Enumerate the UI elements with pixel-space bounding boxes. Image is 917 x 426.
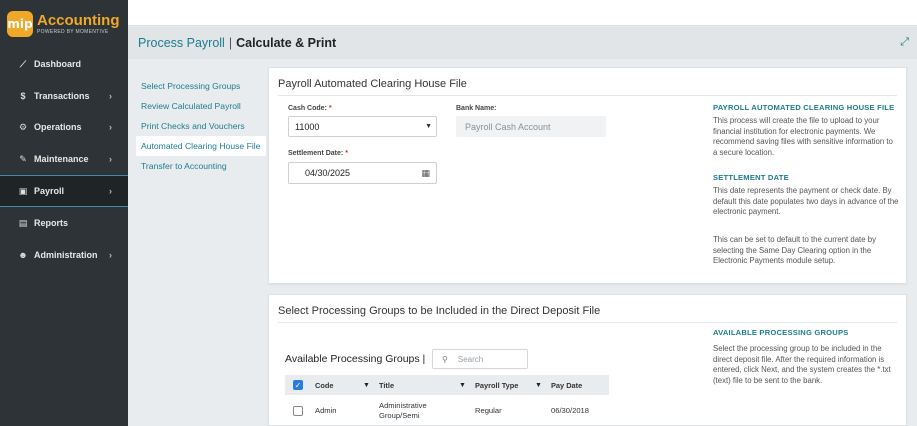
- chevron-right-icon: ›: [109, 250, 112, 260]
- step-link[interactable]: Print Checks and Vouchers: [136, 116, 266, 136]
- wrench-icon: ✎: [19, 153, 27, 164]
- chevron-right-icon: ›: [109, 122, 112, 132]
- chevron-right-icon: ›: [109, 91, 112, 101]
- app-subtitle: POWERED BY MOMENTIVE: [37, 28, 109, 35]
- cogs-icon: ⚙: [18, 121, 28, 132]
- caret-down-icon: ▼: [425, 123, 432, 130]
- divider: [278, 95, 897, 96]
- table-header: ✓ Code ▼ Title ▼ Payroll Type ▼ Pay Date: [285, 375, 609, 395]
- step-link[interactable]: Review Calculated Payroll: [136, 96, 266, 116]
- sidebar-item-label: Operations: [34, 122, 82, 132]
- row-payroll-type: Regular: [475, 406, 502, 415]
- col-title[interactable]: Title: [379, 381, 394, 390]
- app-title: Accounting: [37, 11, 120, 29]
- help-groups-title: AVAILABLE PROCESSING GROUPS: [713, 328, 849, 337]
- filter-icon[interactable]: ▼: [535, 382, 542, 389]
- processing-groups-panel: Select Processing Groups to be Included …: [268, 294, 907, 426]
- dollar-icon: $: [20, 91, 26, 101]
- help-ach-text: This process will create the file to upl…: [713, 116, 893, 157]
- page-title: Calculate & Print: [236, 36, 337, 50]
- sidebar-item-transactions[interactable]: $ Transactions ›: [0, 80, 128, 112]
- breadcrumb-separator: |: [228, 36, 233, 50]
- breadcrumb-process-payroll[interactable]: Process Payroll: [138, 36, 225, 50]
- sidebar-item-label: Dashboard: [34, 59, 82, 69]
- page-header: Process Payroll | Calculate & Print ⤢: [128, 27, 917, 59]
- help-groups-text: Select the processing group to be includ…: [713, 344, 891, 385]
- chart-line-icon: ⟋: [19, 58, 27, 69]
- expand-icon[interactable]: ⤢: [900, 36, 909, 49]
- sidebar-item-label: Administration: [34, 250, 98, 260]
- row-code: Admin: [315, 406, 337, 415]
- settlement-date-input[interactable]: 04/30/2025 ▦: [288, 162, 437, 184]
- table-row[interactable]: Admin Administrative Group/Semi Regular …: [285, 395, 609, 426]
- step-link[interactable]: Automated Clearing House File: [136, 136, 266, 156]
- sidebar-item-administration[interactable]: ☻ Administration ›: [0, 239, 128, 271]
- chevron-right-icon: ›: [109, 186, 112, 196]
- sidebar-item-reports[interactable]: ▤ Reports: [0, 207, 128, 239]
- app-logo[interactable]: mip Accounting POWERED BY MOMENTIVE: [7, 10, 120, 38]
- chevron-right-icon: ›: [109, 154, 112, 164]
- help-ach-title: PAYROLL AUTOMATED CLEARING HOUSE FILE: [713, 103, 895, 112]
- settlement-date-value: 04/30/2025: [305, 168, 351, 178]
- col-pay-date[interactable]: Pay Date: [551, 381, 582, 390]
- select-all-checkbox[interactable]: ✓: [293, 380, 303, 390]
- process-steps: Select Processing Groups Review Calculate…: [136, 76, 266, 176]
- money-icon: ▣: [18, 185, 28, 196]
- bank-name-field: Payroll Cash Account: [456, 116, 606, 137]
- search-icon: ⚲: [442, 354, 448, 364]
- sidebar-item-dashboard[interactable]: ⟋ Dashboard: [0, 48, 128, 80]
- sidebar-item-label: Transactions: [34, 91, 90, 101]
- ach-panel-title: Payroll Automated Clearing House File: [278, 78, 467, 90]
- search-placeholder: Search: [457, 354, 484, 364]
- ach-file-panel: Payroll Automated Clearing House File Ca…: [268, 67, 907, 284]
- row-checkbox[interactable]: [293, 405, 303, 416]
- sidebar-item-maintenance[interactable]: ✎ Maintenance ›: [0, 143, 128, 175]
- calendar-icon[interactable]: ▦: [421, 168, 430, 179]
- row-title: Administrative Group/Semi: [379, 400, 427, 420]
- step-link[interactable]: Transfer to Accounting: [136, 156, 266, 176]
- help-same-day-text: This can be set to default to the curren…: [713, 235, 876, 266]
- sidebar-item-payroll[interactable]: ▣ Payroll ›: [0, 175, 128, 207]
- cash-code-value: 11000: [295, 121, 320, 132]
- filter-icon[interactable]: ▼: [363, 382, 370, 389]
- file-icon: ▤: [18, 217, 28, 228]
- users-icon: ☻: [18, 250, 28, 260]
- filter-icon[interactable]: ▼: [459, 382, 466, 389]
- cash-code-label: Cash Code: *: [288, 105, 332, 112]
- sidebar-item-label: Reports: [34, 218, 69, 228]
- step-link[interactable]: Select Processing Groups: [136, 76, 266, 96]
- help-settlement-title: SETTLEMENT DATE: [713, 173, 789, 182]
- help-settlement-text: This date represents the payment or chec…: [713, 186, 899, 217]
- top-bar: [128, 0, 917, 26]
- available-groups-title: Available Processing Groups |: [285, 353, 426, 365]
- mip-logo-badge: mip: [7, 11, 33, 37]
- cash-code-select[interactable]: 11000 ▼: [288, 116, 437, 137]
- group-search-input[interactable]: ⚲ Search: [432, 349, 528, 369]
- sidebar: mip Accounting POWERED BY MOMENTIVE ⟋ Das…: [0, 0, 128, 426]
- sidebar-item-operations[interactable]: ⚙ Operations ›: [0, 111, 128, 143]
- col-code[interactable]: Code: [315, 381, 333, 390]
- divider: [278, 322, 897, 323]
- sidebar-item-label: Maintenance: [34, 154, 89, 164]
- col-payroll-type[interactable]: Payroll Type: [475, 381, 518, 390]
- settlement-date-label: Settlement Date: *: [288, 150, 348, 157]
- groups-table: ✓ Code ▼ Title ▼ Payroll Type ▼ Pay Date…: [285, 375, 609, 426]
- bank-name-label: Bank Name:: [456, 105, 497, 112]
- row-pay-date: 06/30/2018: [551, 406, 590, 415]
- sidebar-item-label: Payroll: [34, 186, 65, 196]
- groups-panel-title: Select Processing Groups to be Included …: [278, 305, 601, 317]
